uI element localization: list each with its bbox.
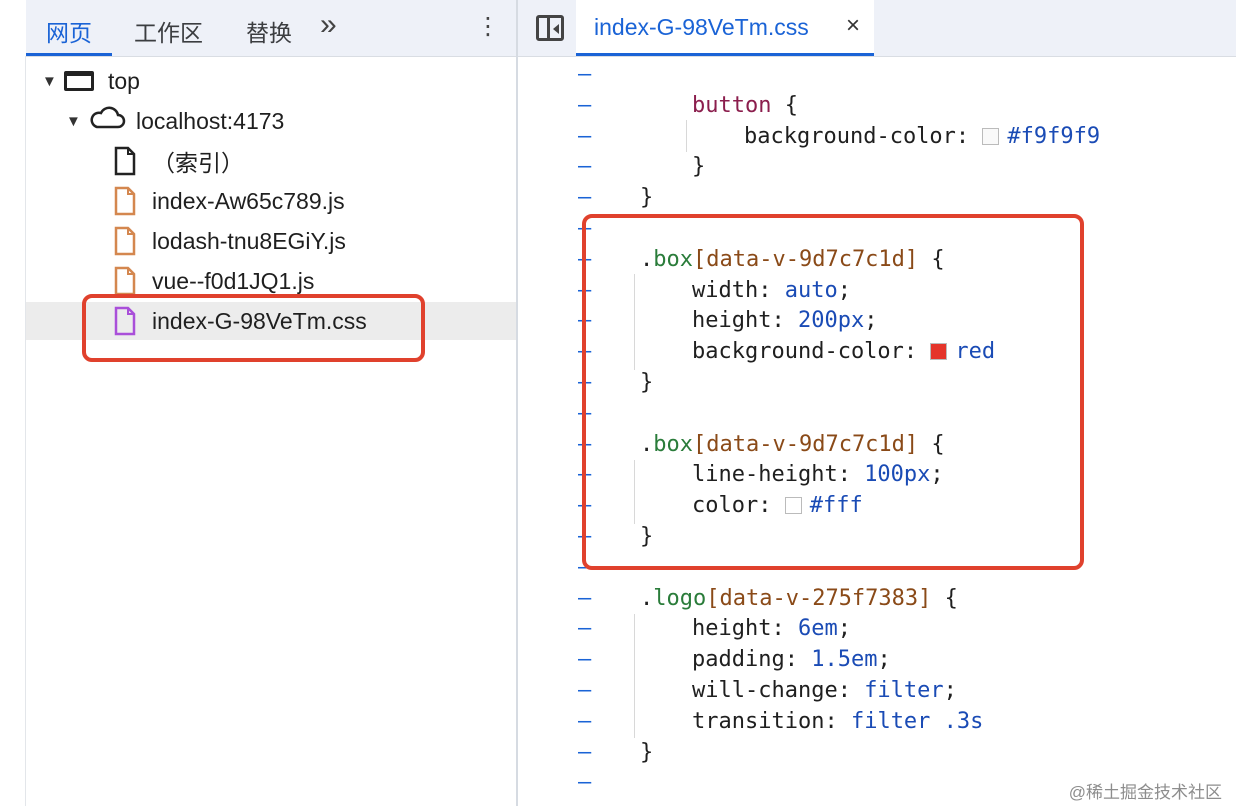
code-token: will-change: (692, 678, 865, 703)
document-icon (114, 146, 136, 176)
active-tab-indicator (576, 53, 874, 56)
code-token: background-color: (744, 123, 983, 149)
code-text: transition: filter .3s (692, 707, 983, 737)
tree-item-label: index-Aw65c789.js (152, 187, 345, 214)
diff-marker: – (578, 62, 592, 87)
code-token: button (692, 92, 772, 118)
diff-marker: – (578, 92, 592, 118)
indent-guide (686, 120, 687, 152)
code-line[interactable]: – padding: 1.5em; (518, 645, 1236, 675)
diff-marker: – (578, 739, 592, 765)
diff-marker: – (578, 770, 592, 796)
more-tabs-icon[interactable]: » (320, 8, 337, 42)
tree-item-host[interactable]: ▼ localhost:4173 (66, 102, 284, 140)
code-token: { (931, 585, 958, 611)
script-file-icon (114, 266, 136, 296)
navigator-pane: 网页 工作区 替换 » ⋮ ▼ top ▼ localhost:4173 （索引… (0, 0, 516, 806)
code-line[interactable]: –} (518, 183, 1236, 213)
code-token: [data-v-275f7383] (706, 585, 932, 611)
watermark: @稀土掘金技术社区 (1068, 783, 1222, 802)
diff-marker: – (578, 585, 592, 611)
code-line[interactable]: – transition: filter .3s (518, 707, 1236, 737)
code-text: } (640, 183, 653, 213)
code-token: height: (692, 616, 798, 642)
code-token: { (771, 92, 798, 118)
annotation-highlight-box (582, 214, 1084, 570)
code-token: #f9f9f9 (1007, 123, 1101, 149)
editor-file-tab[interactable]: index-G-98VeTm.css × (576, 0, 874, 56)
tree-file-index[interactable]: （索引） (114, 142, 244, 180)
code-token: . (640, 585, 654, 611)
code-text: background-color: #f9f9f9 (744, 122, 1100, 152)
close-icon[interactable]: × (846, 12, 860, 40)
code-line[interactable]: – background-color: #f9f9f9 (518, 122, 1236, 152)
code-token: } (692, 154, 706, 180)
code-text: .logo[data-v-275f7383] { (640, 584, 958, 614)
code-token: 6em (797, 616, 838, 642)
tree-item-label: vue--f0d1JQ1.js (152, 267, 315, 294)
code-token: } (640, 739, 654, 765)
diff-marker: – (578, 185, 592, 211)
code-token: filter .3s (850, 708, 984, 734)
code-token: ; (943, 678, 957, 703)
tree-file-script[interactable]: index-Aw65c789.js (114, 182, 345, 220)
code-token: ; (837, 616, 851, 642)
tree-item-top[interactable]: ▼ top (42, 62, 140, 100)
code-text: will-change: filter; (692, 676, 957, 706)
tree-item-label: top (108, 67, 140, 94)
indent-guide (634, 614, 635, 738)
diff-marker: – (578, 154, 592, 180)
cloud-icon (88, 106, 126, 136)
code-token: ; (877, 647, 891, 673)
toggle-navigator-icon[interactable] (536, 15, 564, 41)
script-file-icon (114, 226, 136, 256)
tree-item-label: lodash-tnu8EGiY.js (152, 227, 346, 254)
tree-item-label: localhost:4173 (136, 107, 285, 134)
code-text: height: 6em; (692, 614, 851, 644)
tab-overrides[interactable]: 替换 (246, 14, 292, 48)
tab-page[interactable]: 网页 (46, 14, 92, 48)
frame-icon (64, 71, 94, 91)
diff-marker: – (578, 708, 592, 734)
code-line[interactable]: –} (518, 152, 1236, 182)
code-token: } (640, 185, 654, 211)
kebab-menu-icon[interactable]: ⋮ (476, 12, 500, 41)
expand-arrow-icon[interactable]: ▼ (42, 73, 64, 90)
tree-left-border (25, 56, 26, 806)
tree-item-label: （索引） (152, 150, 244, 176)
script-file-icon (114, 186, 136, 216)
code-line[interactable]: – .logo[data-v-275f7383] { (518, 584, 1236, 614)
code-line[interactable]: – button { (518, 91, 1236, 121)
code-text: padding: 1.5em; (692, 645, 891, 675)
code-token: logo (653, 585, 707, 611)
diff-marker: – (578, 123, 592, 149)
code-text: } (692, 152, 705, 182)
code-token: 1.5em (811, 647, 878, 673)
diff-marker: – (578, 647, 592, 673)
code-text: } (640, 738, 653, 768)
code-token: transition: (692, 708, 851, 734)
diff-marker: – (578, 616, 592, 642)
code-line[interactable]: – (518, 60, 1236, 90)
annotation-highlight-box (82, 294, 425, 362)
active-tab-indicator (26, 53, 112, 56)
code-line[interactable]: – will-change: filter; (518, 676, 1236, 706)
code-text: button { (692, 91, 798, 121)
tree-file-script[interactable]: lodash-tnu8EGiY.js (114, 222, 346, 260)
expand-arrow-icon[interactable]: ▼ (66, 113, 88, 130)
code-line[interactable]: – height: 6em; (518, 614, 1236, 644)
diff-marker: – (578, 678, 592, 703)
code-token: filter (864, 678, 944, 703)
color-swatch-icon[interactable] (982, 127, 1000, 145)
code-token: padding: (692, 647, 812, 673)
code-line[interactable]: –} (518, 738, 1236, 768)
tab-workspace[interactable]: 工作区 (134, 14, 203, 48)
file-tab-label: index-G-98VeTm.css (594, 14, 809, 40)
